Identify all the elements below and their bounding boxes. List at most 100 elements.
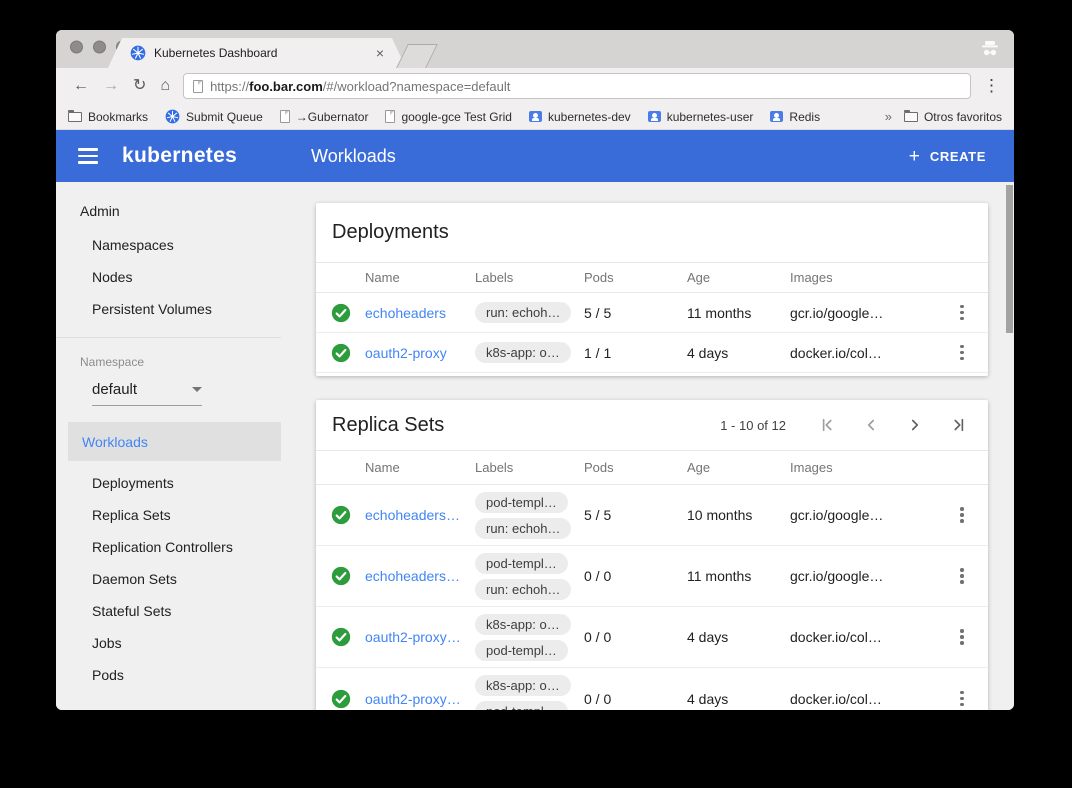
namespace-select[interactable]: default: [92, 381, 202, 406]
bookmarks-bar: Bookmarks Submit Queue →Gubernator googl…: [56, 104, 1014, 130]
resource-link[interactable]: echoheaders…: [365, 568, 475, 584]
status-ok-icon: [316, 689, 365, 709]
tab-close-icon[interactable]: ×: [376, 46, 384, 60]
bookmark-kubernetes-user[interactable]: kubernetes-user: [648, 110, 754, 124]
browser-toolbar: ← → ↻ ⌂ https://foo.bar.com/#/workload?n…: [56, 68, 1014, 104]
column-age: Age: [687, 460, 790, 475]
bookmark-gubernator[interactable]: →Gubernator: [280, 110, 369, 124]
table-row: oauth2-proxy k8s-app: o… 1 / 1 4 days do…: [316, 333, 988, 373]
create-button[interactable]: + CREATE: [909, 147, 986, 166]
address-bar[interactable]: https://foo.bar.com/#/workload?namespace…: [183, 73, 971, 99]
bookmark-google-gce-test-grid[interactable]: google-gce Test Grid: [385, 110, 512, 124]
sidebar-item-stateful-sets[interactable]: Stateful Sets: [56, 595, 281, 627]
sidebar-item-replication-controllers[interactable]: Replication Controllers: [56, 531, 281, 563]
sidebar-item-workloads[interactable]: Workloads: [68, 422, 281, 461]
sidebar-item-replica-sets[interactable]: Replica Sets: [56, 499, 281, 531]
new-tab-button[interactable]: [396, 44, 438, 68]
sidebar-item-persistent-volumes[interactable]: Persistent Volumes: [56, 293, 281, 325]
create-label: CREATE: [930, 149, 986, 164]
label-chip: pod-templ…: [475, 553, 568, 574]
browser-window: Kubernetes Dashboard × ← → ↻ ⌂ https://f…: [56, 30, 1014, 710]
card-title: Deployments: [332, 221, 449, 244]
window-minimize-button[interactable]: [93, 41, 106, 54]
bookmark-bookmarks-folder[interactable]: Bookmarks: [68, 110, 148, 124]
age-cell: 4 days: [687, 691, 790, 707]
table-header: Name Labels Pods Age Images: [316, 262, 988, 293]
column-pods: Pods: [584, 270, 687, 285]
age-cell: 4 days: [687, 345, 790, 361]
home-icon[interactable]: ⌂: [153, 78, 177, 94]
bookmark-label: Bookmarks: [88, 110, 148, 124]
bookmark-label: Submit Queue: [186, 110, 263, 124]
bookmark-redis[interactable]: Redis: [770, 110, 820, 124]
resource-link[interactable]: echoheaders…: [365, 507, 475, 523]
forward-icon[interactable]: →: [96, 78, 126, 94]
row-menu-button[interactable]: [936, 339, 988, 367]
row-menu-button[interactable]: [936, 501, 988, 529]
resource-link[interactable]: echoheaders: [365, 305, 475, 321]
sidebar-item-nodes[interactable]: Nodes: [56, 261, 281, 293]
namespace-value: default: [92, 381, 137, 398]
column-labels: Labels: [475, 460, 584, 475]
sidebar-item-pods[interactable]: Pods: [56, 659, 281, 691]
folder-icon: [68, 112, 82, 122]
row-menu-button[interactable]: [936, 562, 988, 590]
window-close-button[interactable]: [70, 41, 83, 54]
bookmark-label: kubernetes-user: [667, 110, 754, 124]
resource-link[interactable]: oauth2-proxy…: [365, 629, 475, 645]
bookmarks-overflow-icon[interactable]: »: [885, 109, 892, 124]
row-menu-button[interactable]: [936, 623, 988, 651]
back-icon[interactable]: ←: [66, 78, 96, 94]
status-ok-icon: [316, 566, 365, 586]
resource-link[interactable]: oauth2-proxy…: [365, 691, 475, 707]
column-age: Age: [687, 270, 790, 285]
replica-sets-card: Replica Sets 1 - 10 of 12 Name Labels Po…: [316, 400, 988, 710]
reload-icon[interactable]: ↻: [126, 78, 153, 94]
age-cell: 11 months: [687, 568, 790, 584]
sidebar-item-daemon-sets[interactable]: Daemon Sets: [56, 563, 281, 595]
kubernetes-favicon-icon: [130, 45, 146, 61]
row-menu-button[interactable]: [936, 685, 988, 710]
row-menu-button[interactable]: [936, 299, 988, 327]
previous-page-icon[interactable]: [862, 416, 880, 434]
plus-icon: +: [909, 147, 920, 166]
table-row: echoheaders run: echoh… 5 / 5 11 months …: [316, 293, 988, 333]
pods-cell: 1 / 1: [584, 345, 687, 361]
browser-tab[interactable]: Kubernetes Dashboard ×: [108, 38, 406, 68]
resource-link[interactable]: oauth2-proxy: [365, 345, 475, 361]
pods-cell: 5 / 5: [584, 507, 687, 523]
last-page-icon[interactable]: [950, 416, 968, 434]
column-name: Name: [365, 270, 475, 285]
page-security-icon[interactable]: [193, 80, 203, 93]
images-cell: gcr.io/google…: [790, 507, 936, 523]
pods-cell: 0 / 0: [584, 568, 687, 584]
label-chip: run: echoh…: [475, 302, 571, 323]
browser-menu-icon[interactable]: ⋮: [979, 76, 1004, 96]
status-ok-icon: [316, 303, 365, 323]
bookmark-label: Redis: [789, 110, 820, 124]
images-cell: gcr.io/google…: [790, 305, 936, 321]
label-chip: run: echoh…: [475, 579, 571, 600]
status-ok-icon: [316, 343, 365, 363]
next-page-icon[interactable]: [906, 416, 924, 434]
label-chip: k8s-app: o…: [475, 342, 571, 363]
bookmark-submit-queue[interactable]: Submit Queue: [165, 109, 263, 124]
scrollbar[interactable]: [1006, 185, 1013, 333]
sidebar-section-admin[interactable]: Admin: [56, 182, 281, 229]
bookmark-label: →Gubernator: [296, 110, 369, 124]
pagination-range: 1 - 10 of 12: [720, 418, 786, 433]
bookmark-label: kubernetes-dev: [548, 110, 631, 124]
first-page-icon[interactable]: [818, 416, 836, 434]
namespace-label: Namespace: [56, 338, 281, 369]
pagination: 1 - 10 of 12: [720, 416, 968, 434]
sidebar-item-namespaces[interactable]: Namespaces: [56, 229, 281, 261]
bookmark-kubernetes-dev[interactable]: kubernetes-dev: [529, 110, 631, 124]
table-header: Name Labels Pods Age Images: [316, 450, 988, 485]
tab-title: Kubernetes Dashboard: [154, 46, 368, 60]
label-chip: pod-templ…: [475, 701, 568, 710]
hamburger-menu-icon[interactable]: [78, 148, 98, 164]
sidebar-item-deployments[interactable]: Deployments: [56, 467, 281, 499]
bookmark-other-favorites-folder[interactable]: Otros favoritos: [904, 110, 1002, 124]
main-content: Deployments Name Labels Pods Age Images …: [281, 182, 1014, 710]
sidebar-item-jobs[interactable]: Jobs: [56, 627, 281, 659]
